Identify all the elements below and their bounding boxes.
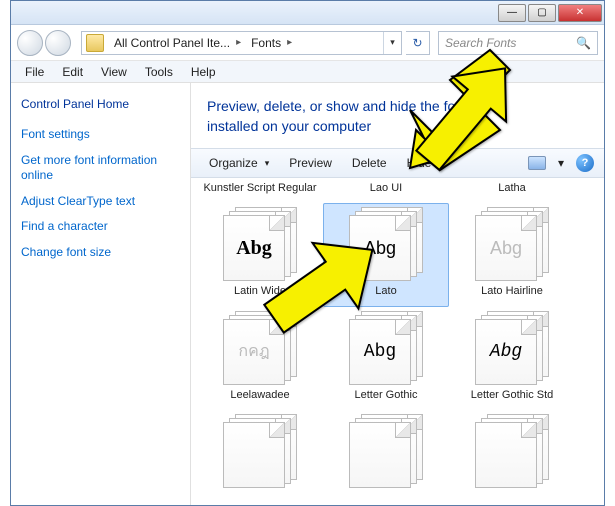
sidebar-link-font-settings[interactable]: Font settings <box>21 127 180 143</box>
font-thumbnail <box>473 414 551 488</box>
titlebar: — ▢ ✕ <box>11 1 604 25</box>
font-label: Letter Gothic <box>355 389 418 402</box>
font-label: Lao UI <box>370 182 402 195</box>
font-thumbnail: Abg <box>347 311 425 385</box>
body: Control Panel Home Font settings Get mor… <box>11 83 604 505</box>
font-thumbnail: กคฎ <box>221 311 299 385</box>
address-dropdown[interactable]: ▾ <box>383 32 401 54</box>
font-item-leelawadee[interactable]: กคฎ Leelawadee <box>197 307 323 410</box>
font-label: Lato <box>375 285 396 298</box>
font-item-lato-hairline[interactable]: Abg Lato Hairline <box>449 203 575 306</box>
breadcrumb-fonts[interactable]: Fonts <box>245 32 296 54</box>
sidebar-link-find-char[interactable]: Find a character <box>21 219 180 235</box>
delete-button[interactable]: Delete <box>344 153 395 173</box>
font-thumbnail: Abg <box>473 311 551 385</box>
font-item[interactable] <box>449 410 575 496</box>
font-item-letter-gothic-std[interactable]: Abg Letter Gothic Std <box>449 307 575 410</box>
font-label: Kunstler Script Regular <box>203 182 316 195</box>
font-item[interactable]: Lao UI <box>323 178 449 203</box>
close-button[interactable]: ✕ <box>558 4 602 22</box>
menu-view[interactable]: View <box>93 63 135 81</box>
font-item-latin-wide[interactable]: Abg Latin Wide <box>197 203 323 306</box>
font-item-lato[interactable]: Abg Lato <box>323 203 449 306</box>
explorer-window: — ▢ ✕ All Control Panel Ite... Fonts ▾ ↻… <box>10 0 605 506</box>
view-options-button[interactable] <box>528 156 546 170</box>
font-label: Latin Wide <box>234 285 286 298</box>
search-box[interactable]: Search Fonts 🔍 <box>438 31 598 55</box>
font-sample: Abg <box>364 238 396 259</box>
menu-help[interactable]: Help <box>183 63 224 81</box>
font-thumbnail: Abg <box>221 207 299 281</box>
font-sample: Abg <box>236 237 272 260</box>
font-thumbnail <box>347 414 425 488</box>
refresh-button[interactable]: ↻ <box>406 31 430 55</box>
view-dropdown[interactable]: ▾ <box>550 153 572 173</box>
font-label: Latha <box>498 182 526 195</box>
sidebar-link-more-info[interactable]: Get more font information online <box>21 153 180 184</box>
hide-button[interactable]: Hide <box>399 153 440 173</box>
font-label: Leelawadee <box>230 389 289 402</box>
search-placeholder: Search Fonts <box>445 36 576 50</box>
menu-tools[interactable]: Tools <box>137 63 181 81</box>
font-item[interactable] <box>197 410 323 496</box>
menu-file[interactable]: File <box>17 63 52 81</box>
menu-edit[interactable]: Edit <box>54 63 91 81</box>
page-title-line1: Preview, delete, or show and hide the fo… <box>207 97 588 117</box>
navigation-bar: All Control Panel Ite... Fonts ▾ ↻ Searc… <box>11 25 604 61</box>
folder-icon <box>86 34 104 52</box>
toolbar: Organize Preview Delete Hide ▾ ? <box>191 148 604 178</box>
minimize-button[interactable]: — <box>498 4 526 22</box>
font-item[interactable]: Kunstler Script Regular <box>197 178 323 203</box>
font-item[interactable] <box>323 410 449 496</box>
sidebar-link-cleartype[interactable]: Adjust ClearType text <box>21 194 180 210</box>
font-item[interactable]: Latha <box>449 178 575 203</box>
font-thumbnail: Abg <box>347 207 425 281</box>
help-icon[interactable]: ? <box>576 154 594 172</box>
font-sample: กคฎ <box>238 339 269 364</box>
sidebar: Control Panel Home Font settings Get mor… <box>11 83 191 505</box>
main-pane: Preview, delete, or show and hide the fo… <box>191 83 604 505</box>
font-sample: Abg <box>490 342 522 362</box>
font-thumbnail <box>221 414 299 488</box>
menu-bar: File Edit View Tools Help <box>11 61 604 83</box>
preview-button[interactable]: Preview <box>281 153 340 173</box>
maximize-button[interactable]: ▢ <box>528 4 556 22</box>
font-label: Letter Gothic Std <box>471 389 554 402</box>
sidebar-link-font-size[interactable]: Change font size <box>21 245 180 261</box>
font-thumbnail: Abg <box>473 207 551 281</box>
page-title-line2: installed on your computer <box>207 117 588 137</box>
font-grid: Kunstler Script Regular Lao UI Latha Abg <box>191 178 604 505</box>
font-item-letter-gothic[interactable]: Abg Letter Gothic <box>323 307 449 410</box>
font-label: Lato Hairline <box>481 285 543 298</box>
font-sample: Abg <box>490 238 522 259</box>
address-bar[interactable]: All Control Panel Ite... Fonts ▾ <box>81 31 402 55</box>
main-header: Preview, delete, or show and hide the fo… <box>191 83 604 148</box>
font-sample: Abg <box>364 342 396 362</box>
forward-button[interactable] <box>45 30 71 56</box>
back-button[interactable] <box>17 30 43 56</box>
search-icon: 🔍 <box>576 36 591 50</box>
control-panel-home-link[interactable]: Control Panel Home <box>21 97 180 111</box>
breadcrumb-control-panel[interactable]: All Control Panel Ite... <box>108 32 245 54</box>
organize-button[interactable]: Organize <box>201 153 277 173</box>
